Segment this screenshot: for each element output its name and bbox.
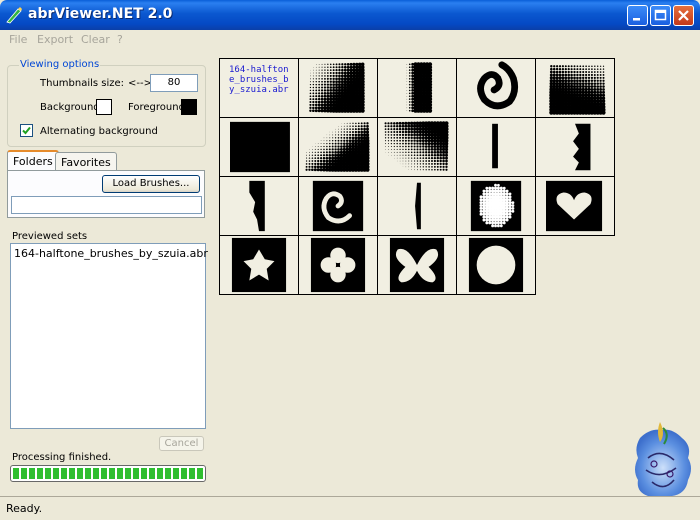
checkmark-icon (22, 126, 31, 135)
brush-thumbnail[interactable] (377, 117, 457, 177)
status-text: Ready. (6, 502, 43, 515)
viewing-options-legend: Viewing options (19, 59, 101, 70)
halftone-swirl-dark-icon (312, 180, 364, 232)
app-logo-icon (635, 422, 691, 499)
halftone-dots-corner-icon (384, 121, 449, 171)
halftone-dots-light-icon (549, 65, 606, 115)
brush-thumbnail[interactable] (456, 176, 536, 236)
halftone-swirl-icon (477, 61, 519, 110)
brush-thumbnail[interactable] (298, 58, 378, 118)
previewed-sets-label: Previewed sets (12, 231, 88, 242)
brush-thumbnail[interactable] (219, 117, 299, 177)
brush-thumbnail[interactable] (456, 235, 536, 295)
thumbnail-size-arrow: <--> (128, 78, 152, 89)
background-color-swatch[interactable] (96, 99, 112, 115)
alternating-background-checkbox[interactable] (20, 124, 33, 137)
brush-thumbnail[interactable] (298, 176, 378, 236)
brush-thumbnail[interactable] (298, 235, 378, 295)
list-item[interactable]: 164-halftone_brushes_by_szuia.abr (11, 244, 208, 263)
foreground-label: Foreground: (128, 102, 189, 113)
brush-thumbnail-grid: 164-halftone_brushes_by_szuia.abr (219, 58, 617, 295)
brush-thumbnail[interactable] (456, 117, 536, 177)
maximize-icon (654, 9, 667, 21)
brush-thumbnail[interactable] (298, 117, 378, 177)
halftone-jagged-strip-icon (573, 123, 591, 171)
brush-thumbnail[interactable] (377, 235, 457, 295)
halftone-edge-icon (249, 180, 265, 232)
halftone-star-icon (231, 237, 287, 293)
menu-clear[interactable]: Clear (81, 33, 110, 46)
alternating-background-label: Alternating background (40, 126, 158, 137)
halftone-flower-icon (310, 237, 366, 293)
halftone-butterfly-icon (389, 237, 445, 293)
maximize-button[interactable] (650, 5, 671, 26)
tab-favorites[interactable]: Favorites (55, 152, 117, 172)
halftone-blob-icon (470, 180, 522, 232)
brush-thumbnail[interactable] (377, 58, 457, 118)
background-label: Background: (40, 102, 104, 113)
title-bar: abrViewer.NET 2.0 (0, 0, 700, 30)
menu-bar: File Export Clear ? (0, 30, 700, 48)
set-name-cell: 164-halftone_brushes_by_szuia.abr (219, 58, 299, 118)
menu-help[interactable]: ? (117, 33, 123, 46)
brush-thumbnail[interactable] (456, 58, 536, 118)
brush-thumbnail[interactable] (535, 176, 615, 236)
previewed-sets-list[interactable]: 164-halftone_brushes_by_szuia.abr (10, 243, 208, 429)
brush-thumbnail[interactable] (535, 117, 615, 177)
thumbnail-size-label: Thumbnails size: (40, 78, 125, 89)
menu-export[interactable]: Export (37, 33, 73, 46)
halftone-line-icon (492, 123, 498, 169)
halftone-dots-dark-icon (230, 121, 290, 173)
cancel-button[interactable]: Cancel (159, 436, 204, 451)
brush-thumbnail[interactable] (377, 176, 457, 236)
set-name-label: 164-halftone_brushes_by_szuia.abr (229, 65, 289, 95)
halftone-gradient-icon (309, 62, 365, 113)
folder-path-input[interactable] (11, 196, 202, 214)
window-title: abrViewer.NET 2.0 (28, 6, 173, 22)
halftone-thin-line-icon (415, 182, 421, 230)
brush-thumbnail[interactable] (219, 176, 299, 236)
halftone-strip-icon (406, 62, 433, 113)
load-brushes-button[interactable]: Load Brushes... (102, 175, 200, 193)
minimize-button[interactable] (627, 5, 648, 26)
foreground-color-swatch[interactable] (181, 99, 197, 115)
brush-thumbnail[interactable] (535, 58, 615, 118)
halftone-dots-diagonal-icon (305, 122, 370, 172)
close-button[interactable] (673, 5, 694, 26)
progress-fill (13, 468, 203, 479)
brush-app-icon (6, 7, 22, 24)
status-bar: Ready. (0, 496, 700, 520)
processing-status: Processing finished. (12, 452, 112, 463)
tab-folders[interactable]: Folders (7, 150, 59, 172)
brush-thumbnail[interactable] (219, 235, 299, 295)
progress-bar (10, 465, 206, 482)
minimize-icon (633, 18, 640, 21)
close-icon (678, 10, 689, 21)
halftone-heart-icon (546, 180, 603, 232)
halftone-circle-icon (468, 237, 524, 293)
thumbnail-size-input[interactable]: 80 (150, 74, 198, 92)
menu-file[interactable]: File (9, 33, 27, 46)
